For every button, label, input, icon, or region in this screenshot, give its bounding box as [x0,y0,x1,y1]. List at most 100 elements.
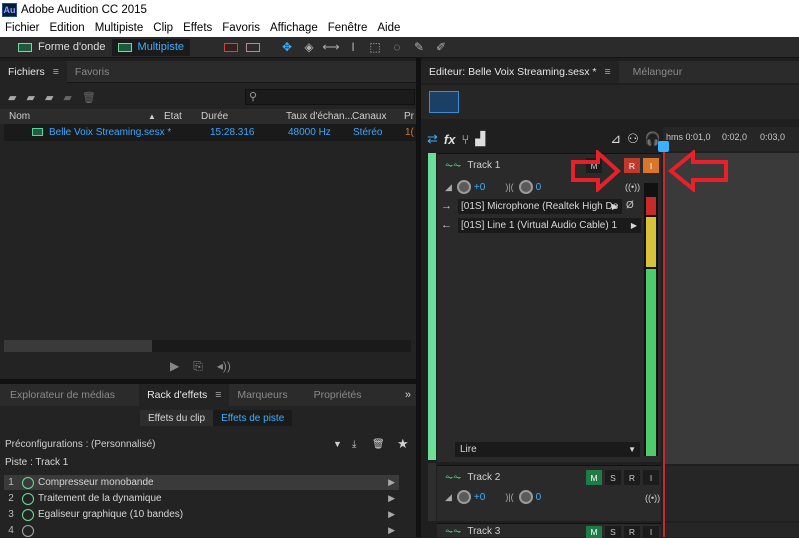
marquee-tool-icon[interactable]: ⬚ [364,39,386,56]
waveform-mode-button[interactable]: Forme d'onde [12,39,112,56]
playhead-line[interactable] [663,141,665,537]
sends-icon[interactable]: ⑂ [461,132,469,147]
effects-fx-icon[interactable]: fx [444,132,456,147]
col-etat[interactable]: Etat [164,111,182,122]
col-nom[interactable]: Nom [9,111,30,122]
col-taux[interactable]: Taux d'échan... [286,111,353,122]
open-folder-icon[interactable]: ▰ [8,91,16,104]
tab-marqueurs[interactable]: Marqueurs [229,384,295,406]
metronome-icon[interactable]: ⊿ [610,131,621,147]
razor-tool-icon[interactable]: ◈ [298,39,320,56]
more-tabs-icon[interactable]: » [405,389,411,401]
preset-dropdown[interactable]: (Personnalisé) [91,439,155,450]
pan-value[interactable]: 0 [536,182,542,193]
power-icon[interactable] [22,492,34,505]
effect-slot-2[interactable]: 2 Traitement de la dynamique ▶ [4,491,399,506]
volume-knob[interactable] [456,490,471,504]
menu-aide[interactable]: Aide [372,22,405,34]
solo-button[interactable]: S [605,526,621,538]
power-icon[interactable] [22,508,34,521]
effect-slot-1[interactable]: 1 Compresseur monobande ▶ [4,475,399,490]
mute-button[interactable]: M [586,470,602,485]
track1-select-bar[interactable] [428,153,436,460]
track3-timeline[interactable] [663,523,799,537]
menu-fichier[interactable]: Fichier [0,22,45,34]
tab-favoris[interactable]: Favoris [67,61,117,83]
autoplay-icon[interactable]: ◂)) [217,359,231,373]
menu-favoris[interactable]: Favoris [217,22,265,34]
new-file-icon[interactable]: ▰ [45,91,53,104]
file-row[interactable]: Belle Voix Streaming.sesx * 15:28.316 48… [4,124,416,141]
menu-affichage[interactable]: Affichage [265,22,323,34]
overview-bar[interactable] [421,85,799,119]
power-icon[interactable] [22,476,34,489]
eq-icon[interactable]: ▟ [475,131,485,147]
slip-tool-icon[interactable]: ⟷ [320,39,342,56]
volume-value[interactable]: +0 [474,492,485,503]
zoom-navigator[interactable] [429,91,459,113]
stereo-icon[interactable]: ((•)) [645,493,660,503]
power-icon[interactable] [22,524,34,537]
stereo-icon[interactable]: ((•)) [625,182,640,192]
mute-button[interactable]: M [586,526,602,538]
panel-menu-icon[interactable]: ≡ [605,66,611,78]
track2-select-bar[interactable] [428,463,436,521]
input-monitor-button[interactable]: I [643,526,659,538]
pan-knob[interactable] [518,180,533,194]
multitrack-mode-button[interactable]: Multipiste [111,38,190,56]
brush-tool-icon[interactable]: ✎ [408,39,430,56]
tab-effets-piste[interactable]: Effets de piste [213,410,293,426]
pan-knob[interactable] [518,490,533,504]
expand-arrow-icon[interactable]: ▶ [388,493,395,504]
volume-value[interactable]: +0 [474,182,485,193]
insert-to-session-icon[interactable]: ⎘ [193,359,203,374]
input-monitor-button[interactable]: I [643,470,659,485]
tab-melangeur[interactable]: Mélangeur [625,61,691,83]
menu-effets[interactable]: Effets [178,22,217,34]
move-tool-icon[interactable]: ✥ [276,39,298,56]
col-canaux[interactable]: Canaux [352,111,386,122]
record-arm-button[interactable]: R [624,470,640,485]
track-name[interactable]: ⏦⏦ Track 2 [445,472,500,483]
input-select[interactable]: [01S] Microphone (Realtek High De ▶ [458,199,622,214]
save-preset-icon[interactable]: ⤓ [352,439,356,450]
track1-timeline[interactable] [663,153,799,464]
record-arm-icon[interactable]: ⚇ [627,131,639,147]
tab-explorateur[interactable]: Explorateur de médias [0,384,123,406]
files-hscrollbar[interactable] [4,340,411,352]
time-ruler[interactable]: hms 0:01,0 0:02,0 0:03,0 [663,127,799,151]
panel-menu-icon[interactable]: ≡ [215,389,221,401]
track-name[interactable]: ⏦⏦ Track 3 [445,526,500,537]
col-duree[interactable]: Durée [201,111,228,122]
input-monitor-button[interactable]: I [643,158,659,173]
panel-menu-icon[interactable]: ≡ [53,66,59,78]
menu-clip[interactable]: Clip [148,22,178,34]
output-select[interactable]: [01S] Line 1 (Virtual Audio Cable) 1 ▶ [458,218,641,233]
tab-effets-clip[interactable]: Effets du clip [140,410,214,426]
expand-arrow-icon[interactable]: ▶ [388,525,395,536]
effect-slot-4[interactable]: 4 ▶ [4,523,399,538]
effect-slot-3[interactable]: 3 Egaliseur graphique (10 bandes) ▶ [4,507,399,522]
input-output-icon[interactable]: ⇄ [427,131,438,147]
track-name[interactable]: ⏦⏦ Track 1 [445,160,500,171]
scroll-thumb[interactable] [4,340,152,352]
favorite-star-icon[interactable]: ★ [397,436,409,452]
spectral-display-icon[interactable] [220,39,242,56]
search-input[interactable]: ⚲ [245,89,415,105]
chevron-down-icon[interactable]: ▼ [333,439,342,449]
solo-button[interactable]: S [605,470,621,485]
record-arm-button[interactable]: R [624,526,640,538]
col-pr[interactable]: Pr [404,111,414,122]
time-selection-tool-icon[interactable]: I [342,39,364,56]
tab-proprietes[interactable]: Propriétés [306,384,370,406]
automation-mode-dropdown[interactable]: Lire ▼ [455,442,640,457]
tab-rack-effets[interactable]: Rack d'effets ≡ [139,384,230,406]
pitch-display-icon[interactable] [242,39,264,56]
volume-knob[interactable] [456,180,471,194]
sort-asc-icon[interactable]: ▲ [148,112,156,121]
menu-multipiste[interactable]: Multipiste [90,22,149,34]
phase-invert-icon[interactable]: Ø [626,200,634,211]
menu-edition[interactable]: Edition [45,22,90,34]
menu-fenetre[interactable]: Fenêtre [323,22,373,34]
play-icon[interactable]: ▶ [170,359,179,373]
